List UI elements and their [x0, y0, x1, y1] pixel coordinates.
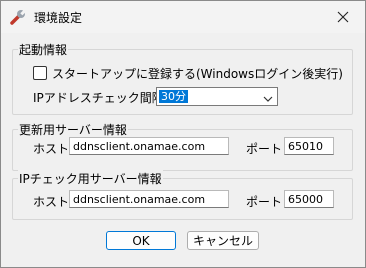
ipcheck-port-field[interactable]: 65000 — [284, 190, 334, 208]
interval-value: 30分 — [159, 90, 188, 103]
startup-group-title: 起動情報 — [18, 41, 69, 58]
settings-dialog: 環境設定 起動情報 スタートアップに登録する(Windowsログイン後実行) I… — [0, 0, 366, 268]
update-port-field[interactable]: 65010 — [284, 137, 334, 155]
interval-label: IPアドレスチェック間隔: — [33, 91, 168, 105]
title-bar: 環境設定 — [1, 1, 365, 33]
close-button[interactable] — [321, 1, 365, 33]
cancel-button[interactable]: キャンセル — [187, 231, 259, 250]
ipcheck-server-group-title: IPチェック用サーバー情報 — [18, 170, 163, 187]
window-title: 環境設定 — [34, 11, 83, 25]
ipcheck-host-field[interactable]: ddnsclient.onamae.com — [69, 190, 229, 208]
ipcheck-port-label: ポート — [246, 195, 283, 209]
update-port-label: ポート — [246, 142, 283, 156]
autostart-label[interactable]: スタートアップに登録する(Windowsログイン後実行) — [52, 65, 343, 82]
close-icon — [337, 11, 349, 23]
update-host-label: ホスト — [33, 142, 70, 156]
wrench-icon — [9, 8, 27, 26]
chevron-down-icon — [263, 92, 273, 106]
autostart-checkbox[interactable] — [33, 66, 47, 80]
ipcheck-host-label: ホスト — [33, 195, 70, 209]
update-server-group-title: 更新用サーバー情報 — [18, 121, 128, 138]
ok-button[interactable]: OK — [106, 231, 176, 250]
interval-select[interactable]: 30分 — [156, 87, 278, 106]
update-host-field[interactable]: ddnsclient.onamae.com — [69, 137, 229, 155]
